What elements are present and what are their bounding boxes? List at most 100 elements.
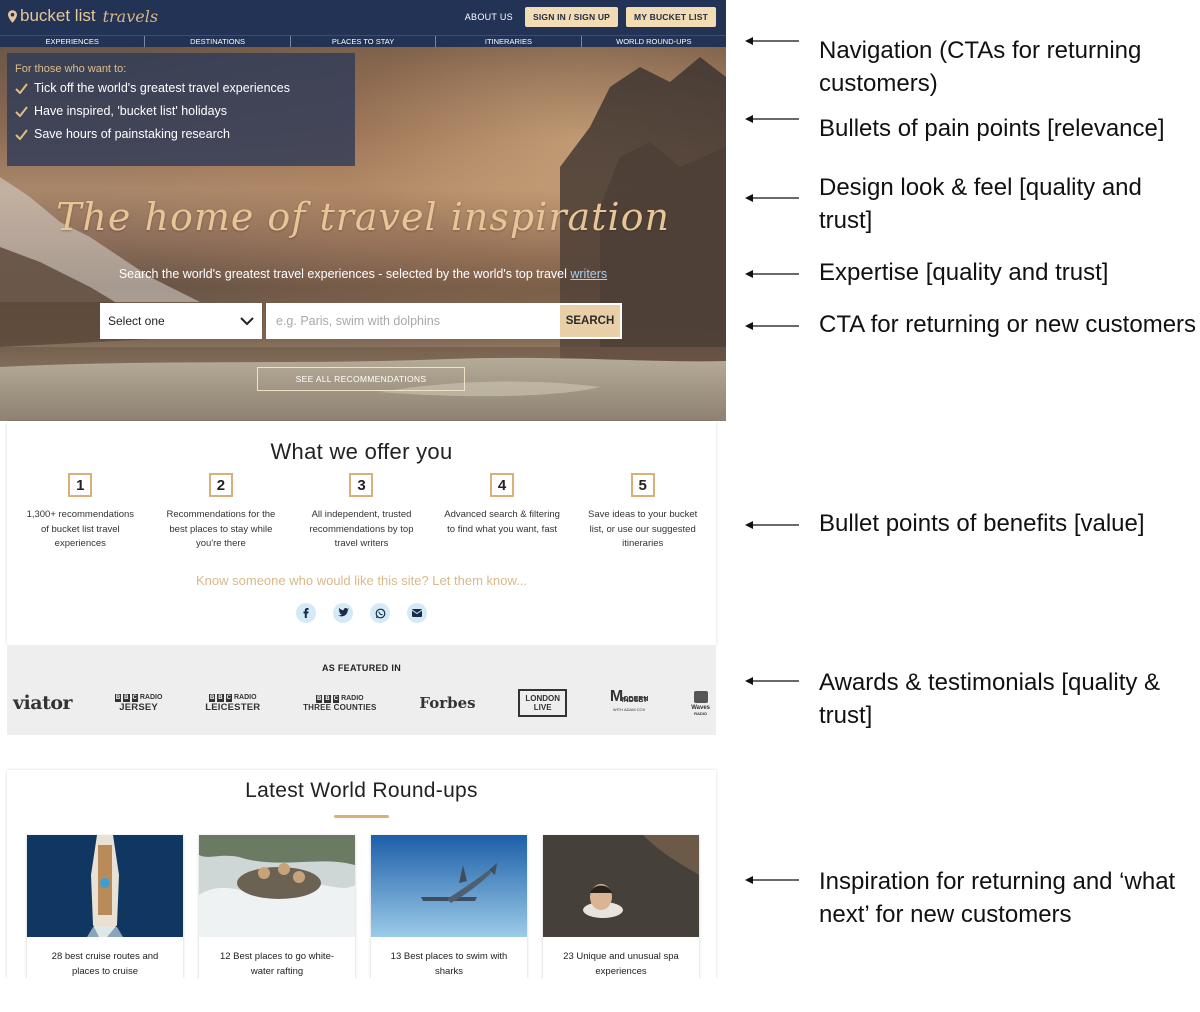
annotation-text: Design look & feel [quality and trust] <box>819 174 1142 234</box>
annotation-text: Expertise [quality and trust] <box>819 259 1109 286</box>
benefit-text: 1,300+ recommendations of bucket list tr… <box>26 509 135 549</box>
benefit-number: 3 <box>349 473 374 497</box>
pain-point-text: Tick off the world's greatest travel exp… <box>34 81 290 95</box>
roundup-card-title: 12 Best places to go white-water rafting <box>219 951 335 977</box>
roundup-cards: 28 best cruise routes and places to crui… <box>27 835 699 980</box>
roundup-card-cruise[interactable]: 28 best cruise routes and places to crui… <box>27 835 183 980</box>
hero-subtitle: Search the world's greatest travel exper… <box>0 267 726 281</box>
london-live-text-1: LONDON <box>525 694 561 703</box>
nav-item-world-round-ups[interactable]: WORLD ROUND-UPS <box>582 36 726 47</box>
annotation-benefits: Bullet points of benefits [value] <box>745 507 1199 540</box>
london-live-mark: LONDON LIVE <box>518 689 568 717</box>
location-pin-icon <box>8 9 17 23</box>
london-live-text-2: LIVE <box>533 703 552 712</box>
bbc-radio-mark: B B C RADIO <box>208 693 257 702</box>
annotation-text: CTA for returning or new customers <box>819 311 1197 338</box>
category-select[interactable]: Select one <box>100 303 262 339</box>
category-select-value: Select one <box>108 314 165 328</box>
sign-in-button[interactable]: SIGN IN / SIGN UP <box>524 7 619 27</box>
roundup-card-spa[interactable]: 23 Unique and unusual spa experiences <box>543 835 699 980</box>
whatsapp-icon[interactable] <box>370 603 390 623</box>
nav-item-places-to-stay[interactable]: PLACES TO STAY <box>291 36 437 47</box>
sand-spa-image <box>543 835 699 937</box>
share-buttons <box>7 603 716 623</box>
pain-point-item: Save hours of painstaking research <box>15 127 347 141</box>
benefit-number: 4 <box>490 473 515 497</box>
annotation-awards: Awards & testimonials [quality & trust] <box>745 666 1199 732</box>
check-icon <box>15 105 28 117</box>
annotation-expertise: Expertise [quality and trust] <box>745 256 1199 289</box>
hero-title: The home of travel inspiration <box>56 195 670 239</box>
waves-sub-text: RADIO <box>694 710 708 716</box>
annotation-design: Design look & feel [quality and trust] <box>745 171 1199 237</box>
what-we-offer-section: What we offer you 1 1,300+ recommendatio… <box>7 421 716 645</box>
benefit-text: All independent, trusted recommendations… <box>309 509 414 549</box>
annotation-text: Navigation (CTAs for returning customers… <box>819 37 1142 97</box>
benefit-item: 3 All independent, trusted recommendatio… <box>291 473 432 552</box>
nav-item-itineraries[interactable]: ITINERARIES <box>436 36 582 47</box>
nav-item-experiences[interactable]: EXPERIENCES <box>0 36 146 47</box>
hero-subtitle-text: Search the world's greatest travel exper… <box>118 267 567 281</box>
roundups-title: Latest World Round-ups <box>245 779 478 802</box>
search-button[interactable]: SEARCH <box>558 303 622 339</box>
roundup-card-rafting[interactable]: 12 Best places to go white-water rafting <box>199 835 355 980</box>
arrow-left-icon <box>745 876 799 884</box>
pain-points-box: For those who want to: Tick off the worl… <box>7 53 355 166</box>
email-icon[interactable] <box>407 603 427 623</box>
search-input[interactable] <box>266 303 558 339</box>
twitter-icon[interactable] <box>333 603 353 623</box>
my-bucket-list-button[interactable]: MY BUCKET LIST <box>626 7 716 27</box>
waves-icon <box>693 690 708 703</box>
as-featured-in-section: AS FEATURED IN viator B B C RADIO JERSEY BB… <box>7 645 716 735</box>
benefit-number: 5 <box>630 473 655 497</box>
press-logos: viator B B C RADIO JERSEY B B C RADIO LEICESTE… <box>7 683 716 723</box>
website-screenshot: bucket list travels ABOUT US SIGN IN / S… <box>0 0 726 1012</box>
featured-title: AS FEATURED IN <box>321 663 402 673</box>
about-us-link[interactable]: ABOUT US <box>465 12 513 22</box>
logo-script-text: travels <box>102 6 159 26</box>
pain-point-text: Save hours of painstaking research <box>34 127 230 141</box>
bbc-radio-text: RADIO <box>233 694 257 701</box>
bbc-radio-leicester-logo: B B C RADIO LEICESTER <box>205 693 260 713</box>
pain-point-item: Have inspired, 'bucket list' holidays <box>15 104 347 118</box>
benefits-list: 1 1,300+ recommendations of bucket list … <box>10 473 713 552</box>
annotation-inspiration: Inspiration for returning and ‘what next… <box>745 865 1199 931</box>
arrow-left-icon <box>745 270 799 278</box>
forbes-logo: Forbes <box>419 694 476 712</box>
bbc-station-name: THREE COUNTIES <box>303 702 377 712</box>
top-header: bucket list travels ABOUT US SIGN IN / S… <box>0 0 726 35</box>
writers-link[interactable]: writers <box>570 267 607 281</box>
adam-cox-text: WITH ADAM COX <box>612 707 646 712</box>
nav-item-destinations[interactable]: DESTINATIONS <box>145 36 291 47</box>
facebook-icon[interactable] <box>296 603 316 623</box>
chevron-down-icon <box>240 316 254 325</box>
benefit-item: 1 1,300+ recommendations of bucket list … <box>10 473 151 552</box>
roundup-card-title: 13 Best places to swim with sharks <box>390 951 508 977</box>
benefit-item: 4 Advanced search & filtering to find wh… <box>432 473 573 552</box>
main-nav: EXPERIENCES DESTINATIONS PLACES TO STAY … <box>0 35 726 47</box>
pain-point-text: Have inspired, 'bucket list' holidays <box>34 104 228 118</box>
benefit-item: 2 Recommendations for the best places to… <box>151 473 292 552</box>
site-logo[interactable]: bucket list travels <box>8 6 158 26</box>
check-icon <box>15 128 28 140</box>
benefit-number: 2 <box>208 473 233 497</box>
white-water-rafting-image <box>199 835 355 937</box>
bbc-station-name: JERSEY <box>119 701 158 713</box>
annotation-text: Bullets of pain points [relevance] <box>819 115 1165 142</box>
bbc-radio-mark: B B C RADIO <box>316 694 364 703</box>
cruise-ship-image <box>27 835 183 937</box>
roundup-card-sharks[interactable]: 13 Best places to swim with sharks <box>371 835 527 980</box>
mindset-text: INDSET <box>621 697 648 704</box>
roundup-card-title: 23 Unique and unusual spa experiences <box>563 951 679 977</box>
viator-logo: viator <box>13 692 73 714</box>
bbc-radio-text: RADIO <box>139 694 163 701</box>
see-all-recommendations-button[interactable]: SEE ALL RECOMMENDATIONS <box>257 367 465 391</box>
benefit-text: Recommendations for the best places to s… <box>166 509 276 549</box>
arrow-left-icon <box>745 521 799 529</box>
benefit-number: 1 <box>68 473 93 497</box>
annotation-pain-points: Bullets of pain points [relevance] <box>745 112 1199 145</box>
modern-mindset-logo: MODERN INDSET WITH ADAM COX <box>609 688 649 713</box>
title-underline <box>334 815 389 818</box>
bbc-radio-text: RADIO <box>341 695 364 702</box>
arrow-left-icon <box>745 322 799 330</box>
